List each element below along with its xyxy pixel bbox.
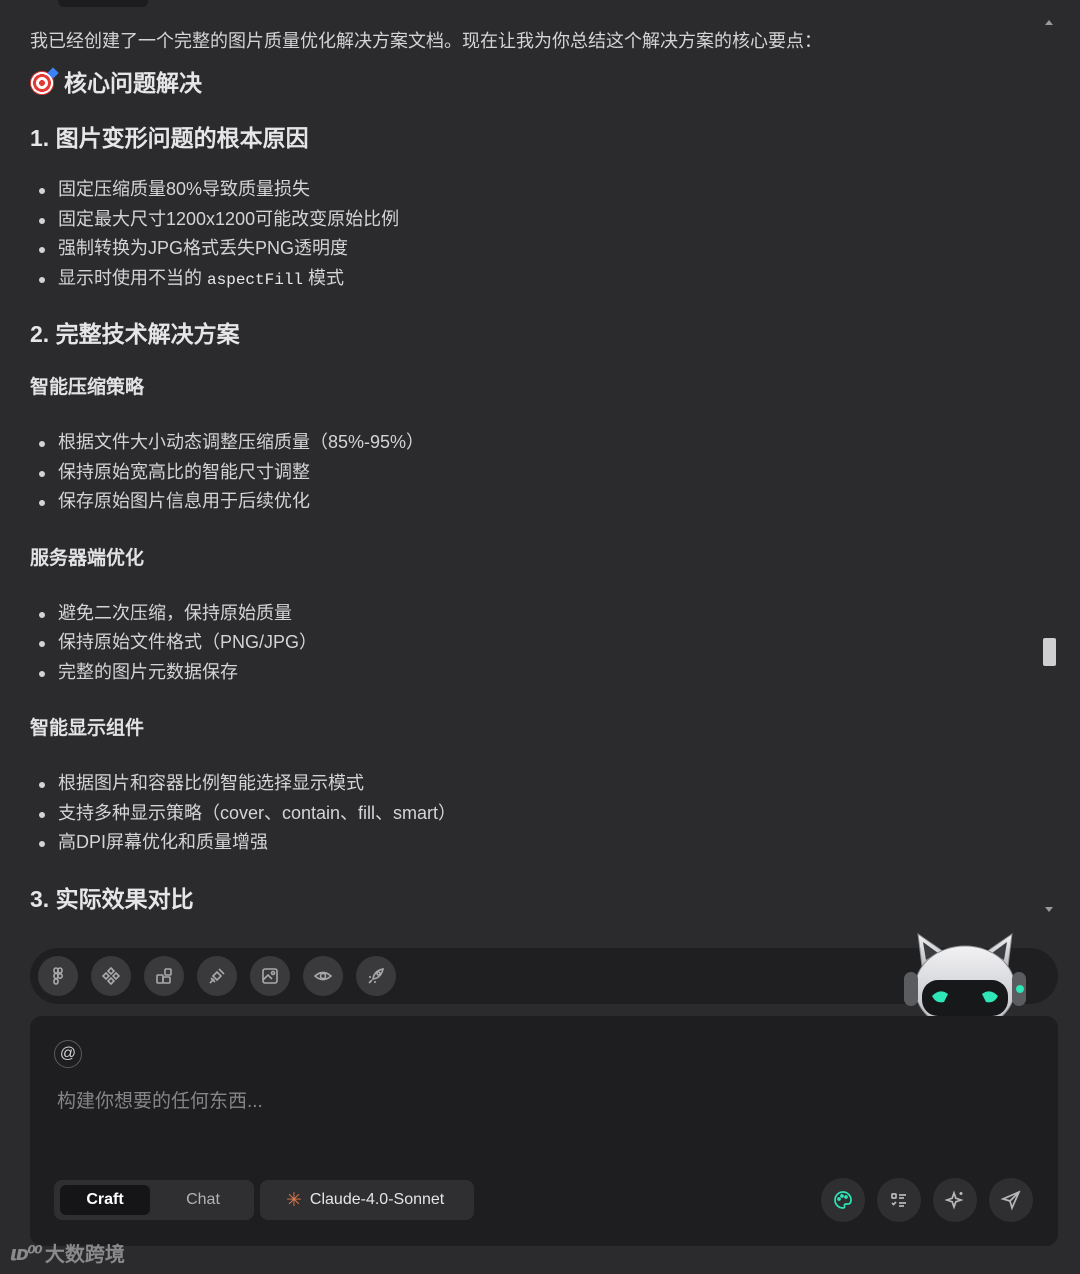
subsection-title: 智能压缩策略 (30, 377, 145, 398)
rocket-icon[interactable] (356, 956, 396, 996)
palette-icon (834, 1191, 852, 1209)
subsection-title: 服务器端优化 (30, 547, 145, 569)
list-item: 固定压缩质量80%导致质量损失 (30, 175, 1030, 205)
section-title: 2. 完整技术解决方案 (30, 321, 240, 347)
target-icon (30, 71, 54, 95)
chat-composer: @ 构建你想要的任何东西... Craft Chat ✳ Claude-4.0-… (30, 1016, 1058, 1246)
model-selector[interactable]: ✳ Claude-4.0-Sonnet (260, 1180, 474, 1220)
task-list-button[interactable] (877, 1178, 921, 1222)
send-button[interactable] (989, 1178, 1033, 1222)
message-intro: 我已经创建了一个完整的图片质量优化解决方案文档。现在让我为你总结这个解决方案的核… (30, 31, 822, 51)
compression-list: 根据文件大小动态调整压缩质量（85%-95%） 保持原始宽高比的智能尺寸调整 保… (30, 428, 1030, 517)
list-item: 高DPI屏幕优化和质量增强 (30, 828, 1030, 858)
list-item: 显示时使用不当的 aspectFill 模式 (30, 264, 1030, 296)
send-icon (1000, 1190, 1021, 1211)
section-title: 3. 实际效果对比 (30, 885, 194, 912)
display-list: 根据图片和容器比例智能选择显示模式 支持多种显示策略（cover、contain… (30, 769, 1030, 858)
palette-button[interactable] (821, 1178, 865, 1222)
prompt-input[interactable]: 构建你想要的任何东西... (57, 1086, 263, 1113)
list-item: 保持原始宽高比的智能尺寸调整 (30, 458, 1030, 488)
mode-switch: Craft Chat (54, 1180, 254, 1220)
model-name: Claude-4.0-Sonnet (309, 1191, 445, 1208)
cause-list: 固定压缩质量80%导致质量损失 固定最大尺寸1200x1200可能改变原始比例 … (30, 175, 1030, 295)
list-item: 支持多种显示策略（cover、contain、fill、smart） (30, 799, 1030, 829)
list-item: 强制转换为JPG格式丢失PNG透明度 (30, 234, 1030, 264)
server-list: 避免二次压缩，保持原始质量 保持原始文件格式（PNG/JPG） 完整的图片元数据… (30, 599, 1030, 688)
core-heading: 核心问题解决 (30, 66, 1030, 100)
list-item: 完整的图片元数据保存 (30, 658, 1030, 688)
list-item: 保存原始图片信息用于后续优化 (30, 487, 1030, 517)
list-item: 避免二次压缩，保持原始质量 (30, 599, 1030, 629)
checklist-icon (891, 1193, 906, 1207)
mode-craft-tab[interactable]: Craft (60, 1185, 150, 1215)
scroll-up-arrow[interactable] (1045, 20, 1053, 25)
core-heading-text: 核心问题解决 (64, 70, 202, 96)
list-item: 根据文件大小动态调整压缩质量（85%-95%） (30, 428, 1030, 458)
components-icon[interactable] (91, 956, 131, 996)
scrollbar-thumb[interactable] (1043, 638, 1056, 666)
image-icon[interactable] (250, 956, 290, 996)
watermark-text: 大数跨境 (44, 1244, 125, 1266)
figma-icon[interactable] (38, 956, 78, 996)
scroll-down-arrow[interactable] (1045, 907, 1053, 912)
enhance-prompt-button[interactable] (933, 1178, 977, 1222)
list-item: 固定最大尺寸1200x1200可能改变原始比例 (30, 205, 1030, 235)
list-item-text: 显示时使用不当的 (58, 267, 202, 288)
claude-star-icon: ✳ (286, 1189, 302, 1211)
top-tab-edge (58, 0, 148, 7)
assistant-message: 我已经创建了一个完整的图片质量优化解决方案文档。现在让我为你总结这个解决方案的核… (30, 26, 1030, 916)
sparkle-icon (944, 1190, 964, 1210)
watermark: ιᴅ⁰⁰ 大数跨境 (10, 1238, 125, 1267)
section-title: 1. 图片变形问题的根本原因 (30, 125, 309, 151)
subsection-title: 智能显示组件 (30, 718, 145, 739)
list-item: 保持原始文件格式（PNG/JPG） (30, 628, 1030, 658)
plug-icon[interactable] (197, 956, 237, 996)
robot-mascot-icon (904, 932, 1026, 1016)
watermark-logo: ιᴅ⁰⁰ (10, 1240, 43, 1265)
eye-icon[interactable] (303, 956, 343, 996)
mode-chat-tab[interactable]: Chat (158, 1185, 248, 1215)
list-item: 根据图片和容器比例智能选择显示模式 (30, 769, 1030, 799)
blocks-icon[interactable] (144, 956, 184, 996)
inline-code: aspectFill (207, 270, 304, 289)
list-item-text: 模式 (308, 267, 345, 288)
mention-button[interactable]: @ (54, 1040, 82, 1068)
